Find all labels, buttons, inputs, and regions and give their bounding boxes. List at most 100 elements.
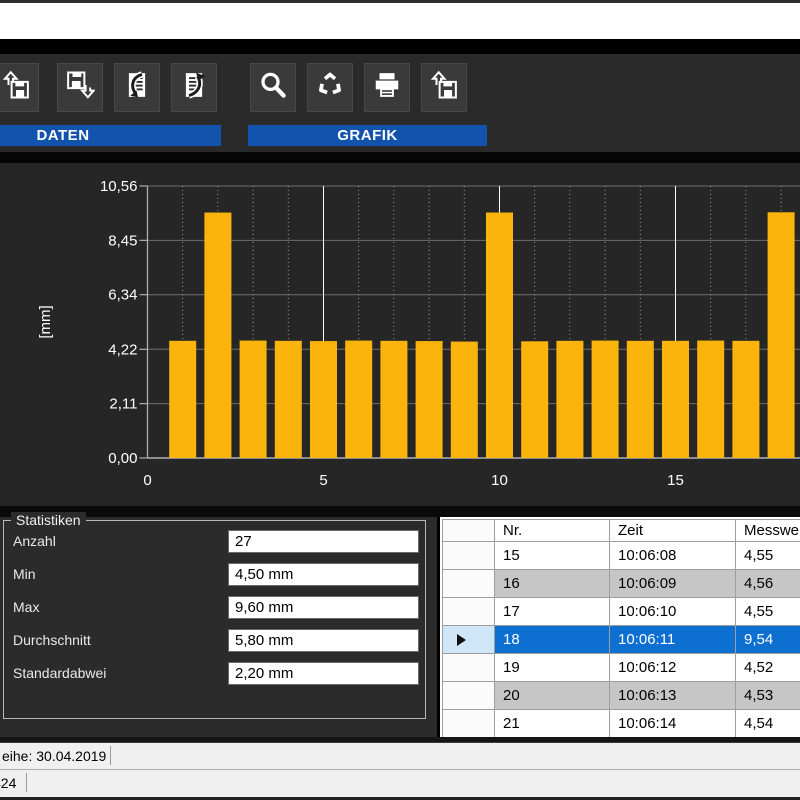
stat-row-standardabwei: Standardabwei bbox=[4, 662, 425, 685]
table-row[interactable]: 2110:06:144,54 bbox=[443, 710, 800, 738]
toolbar-button-delete-document[interactable] bbox=[114, 63, 160, 112]
table-row[interactable]: 1710:06:104,55 bbox=[443, 598, 800, 626]
recycle-icon bbox=[315, 70, 345, 105]
row-selector-cell[interactable] bbox=[443, 542, 495, 570]
stat-value-field-max[interactable] bbox=[228, 596, 419, 619]
column-header-nr[interactable]: Nr. bbox=[495, 520, 610, 542]
stat-label: Standardabwei bbox=[13, 665, 106, 681]
y-tick-label: 0,00 bbox=[108, 450, 137, 467]
y-axis-unit-label: [mm] bbox=[37, 305, 54, 338]
table-row[interactable]: 1810:06:119,54 bbox=[443, 626, 800, 654]
app-window: DATENGRAFIK 0,002,114,226,348,4510,56051… bbox=[0, 0, 800, 800]
cell-zeit[interactable]: 10:06:12 bbox=[610, 654, 736, 682]
cell-nr[interactable]: 18 bbox=[495, 626, 610, 654]
toolbar-chart-divider bbox=[0, 152, 800, 163]
column-header-messwert[interactable]: Messwert bbox=[736, 520, 800, 542]
table-row[interactable]: 1610:06:094,56 bbox=[443, 570, 800, 598]
x-tick-label: 15 bbox=[667, 472, 684, 489]
table-row[interactable]: 1910:06:124,52 bbox=[443, 654, 800, 682]
floppy-arrow-down-icon bbox=[65, 70, 95, 105]
y-tick-label: 10,56 bbox=[100, 178, 138, 195]
status-bar-series: eihe: 30.04.2019 bbox=[0, 742, 800, 769]
toolbar-button-zoom-graphic[interactable] bbox=[250, 63, 296, 112]
measurement-bar bbox=[697, 341, 724, 458]
row-selector-cell[interactable] bbox=[443, 654, 495, 682]
chart-panel: 0,002,114,226,348,4510,56051015[mm] bbox=[0, 163, 800, 506]
cell-messwert[interactable]: 4,55 bbox=[736, 542, 800, 570]
row-selector-cell[interactable] bbox=[443, 598, 495, 626]
device-id-text: 424 bbox=[0, 775, 16, 791]
column-header-zeit[interactable]: Zeit bbox=[610, 520, 736, 542]
cell-nr[interactable]: 21 bbox=[495, 710, 610, 738]
y-tick-label: 2,11 bbox=[109, 396, 137, 413]
stat-value-field-anzahl[interactable] bbox=[228, 530, 419, 553]
statistics-groupbox: Statistiken AnzahlMinMaxDurchschnittStan… bbox=[3, 520, 426, 719]
measurement-bar-chart: 0,002,114,226,348,4510,56051015[mm] bbox=[0, 163, 800, 506]
toolbar-group-label-grafik: GRAFIK bbox=[248, 125, 487, 146]
stat-label: Anzahl bbox=[13, 533, 56, 549]
stat-row-anzahl: Anzahl bbox=[4, 530, 425, 553]
stat-label: Min bbox=[13, 566, 36, 582]
cell-nr[interactable]: 19 bbox=[495, 654, 610, 682]
toolbar-button-save-data[interactable] bbox=[57, 63, 103, 112]
cell-nr[interactable]: 15 bbox=[495, 542, 610, 570]
measurement-bar bbox=[662, 341, 689, 458]
top-white-band bbox=[0, 3, 800, 39]
toolbar-group-label-daten: DATEN bbox=[0, 125, 221, 146]
measurement-bar bbox=[451, 342, 478, 458]
table-header-row: Nr.ZeitMesswert bbox=[443, 520, 800, 542]
cell-zeit[interactable]: 10:06:09 bbox=[610, 570, 736, 598]
toolbar: DATEN GRAFIK bbox=[0, 54, 800, 152]
y-tick-label: 8,45 bbox=[108, 232, 137, 249]
measurement-bar bbox=[416, 341, 443, 458]
row-selector-header bbox=[443, 520, 495, 542]
row-selector-cell[interactable] bbox=[443, 710, 495, 738]
stat-row-max: Max bbox=[4, 596, 425, 619]
cell-messwert[interactable]: 9,54 bbox=[736, 626, 800, 654]
measurement-bar bbox=[521, 341, 548, 458]
cell-nr[interactable]: 20 bbox=[495, 682, 610, 710]
statistics-panel: Statistiken AnzahlMinMaxDurchschnittStan… bbox=[0, 517, 437, 737]
top-black-band bbox=[0, 39, 800, 54]
status-separator bbox=[26, 773, 27, 792]
toolbar-button-load-data[interactable] bbox=[0, 63, 39, 112]
floppy-arrow-up-icon bbox=[429, 70, 459, 105]
row-selector-cell[interactable] bbox=[443, 626, 495, 654]
measurement-bar bbox=[556, 341, 583, 458]
cell-zeit[interactable]: 10:06:08 bbox=[610, 542, 736, 570]
cell-zeit[interactable]: 10:06:14 bbox=[610, 710, 736, 738]
table-row[interactable]: 2010:06:134,53 bbox=[443, 682, 800, 710]
cell-zeit[interactable]: 10:06:10 bbox=[610, 598, 736, 626]
toolbar-button-reset-graphic[interactable] bbox=[307, 63, 353, 112]
cell-messwert[interactable]: 4,53 bbox=[736, 682, 800, 710]
cell-nr[interactable]: 17 bbox=[495, 598, 610, 626]
table-row[interactable]: 1510:06:084,55 bbox=[443, 542, 800, 570]
status-separator bbox=[110, 746, 111, 765]
measurement-bar bbox=[592, 341, 619, 458]
stat-value-field-min[interactable] bbox=[228, 563, 419, 586]
stat-value-field-standardabwei[interactable] bbox=[228, 662, 419, 685]
cell-messwert[interactable]: 4,55 bbox=[736, 598, 800, 626]
x-tick-label: 0 bbox=[143, 472, 151, 489]
toolbar-button-save-graphic[interactable] bbox=[421, 63, 467, 112]
cell-messwert[interactable]: 4,54 bbox=[736, 710, 800, 738]
y-tick-label: 4,22 bbox=[108, 341, 137, 358]
magnifier-icon bbox=[258, 70, 288, 105]
floppy-arrow-up-icon bbox=[1, 70, 31, 105]
measurement-bar bbox=[310, 341, 337, 458]
cell-nr[interactable]: 16 bbox=[495, 570, 610, 598]
cell-zeit[interactable]: 10:06:11 bbox=[610, 626, 736, 654]
chart-lower-divider bbox=[0, 506, 800, 517]
toolbar-button-print-graphic[interactable] bbox=[364, 63, 410, 112]
measurement-bar bbox=[768, 212, 795, 458]
status-bar-device: 424 bbox=[0, 769, 800, 797]
cell-messwert[interactable]: 4,56 bbox=[736, 570, 800, 598]
cell-zeit[interactable]: 10:06:13 bbox=[610, 682, 736, 710]
row-selector-cell[interactable] bbox=[443, 682, 495, 710]
row-selector-cell[interactable] bbox=[443, 570, 495, 598]
statistics-title: Statistiken bbox=[11, 512, 86, 528]
cell-messwert[interactable]: 4,52 bbox=[736, 654, 800, 682]
y-tick-label: 6,34 bbox=[108, 287, 137, 304]
stat-value-field-durchschnitt[interactable] bbox=[228, 629, 419, 652]
toolbar-button-export-document[interactable] bbox=[171, 63, 217, 112]
